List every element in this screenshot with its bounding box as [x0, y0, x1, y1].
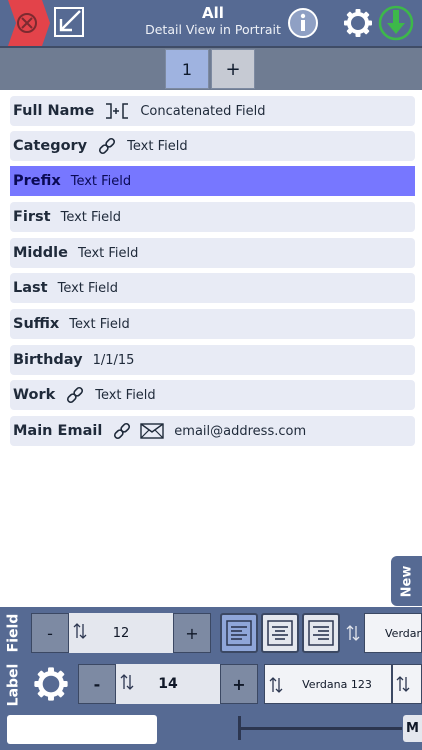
cancel-button[interactable]: [4, 0, 50, 46]
field-value: email@address.com: [174, 423, 307, 439]
settings-button[interactable]: [342, 7, 374, 39]
size-slider-handle[interactable]: [238, 716, 241, 740]
new-tab-label: New: [399, 565, 414, 597]
label-size-value[interactable]: 14: [116, 664, 220, 704]
size-slider-track[interactable]: [240, 727, 402, 730]
field-value: Text Field: [69, 316, 130, 332]
page-tabs-bar: 1 +: [0, 46, 422, 90]
field-label: Last: [13, 280, 48, 296]
link-icon: [97, 136, 117, 156]
download-button[interactable]: [378, 5, 414, 41]
concatenate-icon: [104, 101, 130, 121]
field-row-suffix[interactable]: Suffix Text Field: [10, 309, 415, 339]
label-size-stepper: - 14 +: [78, 664, 258, 704]
field-row-main-email[interactable]: Main Email email@address.com: [10, 416, 415, 446]
field-value: Text Field: [127, 138, 188, 154]
link-icon: [112, 421, 132, 441]
align-right-icon: [308, 620, 334, 646]
info-icon: [288, 8, 318, 38]
field-size-value[interactable]: 12: [69, 613, 173, 653]
field-label: Prefix: [13, 173, 61, 189]
field-label: Category: [13, 138, 88, 154]
page-subtitle: Detail View in Portrait: [145, 22, 281, 37]
field-size-text: 12: [112, 625, 130, 641]
field-row-prefix[interactable]: Prefix Text Field: [10, 166, 415, 196]
field-value: Concatenated Field: [140, 103, 266, 119]
header-bar: All Detail View in Portrait: [0, 0, 422, 46]
info-button[interactable]: [287, 7, 319, 39]
status-input[interactable]: [7, 715, 157, 744]
field-label: Suffix: [13, 316, 60, 332]
tab-page-1[interactable]: 1: [165, 49, 209, 89]
sort-arrows-icon: [120, 673, 134, 695]
align-center-button[interactable]: [261, 613, 299, 653]
align-right-button[interactable]: [302, 613, 340, 653]
m-button[interactable]: M: [403, 715, 422, 742]
align-center-icon: [267, 620, 293, 646]
gear-icon: [34, 667, 68, 701]
field-font-select[interactable]: Verdana: [364, 613, 422, 653]
field-size-decrease-button[interactable]: -: [31, 613, 69, 653]
header-titles: All Detail View in Portrait: [120, 4, 306, 38]
field-value: Text Field: [95, 387, 156, 403]
field-panel-label: Field: [0, 607, 26, 659]
field-label: Birthday: [13, 352, 83, 368]
gear-icon: [344, 9, 372, 37]
label-panel-label: Label: [0, 659, 26, 711]
label-panel-label-text: Label: [5, 663, 21, 707]
field-row-work[interactable]: Work Text Field: [10, 380, 415, 410]
field-font-sort-button[interactable]: [343, 613, 363, 653]
field-value: Text Field: [60, 209, 122, 225]
label-size-increase-button[interactable]: +: [220, 664, 258, 704]
sort-arrows-icon: [73, 622, 87, 644]
field-label: First: [13, 209, 51, 225]
field-size-increase-button[interactable]: +: [173, 613, 211, 653]
edit-layout-button[interactable]: [53, 6, 85, 38]
tabs-divider: [0, 46, 422, 48]
cancel-icon: [8, 0, 50, 46]
field-row-category[interactable]: Category Text Field: [10, 131, 415, 161]
field-value: Text Field: [77, 245, 139, 261]
field-row-full-name[interactable]: Full Name Concatenated Field: [10, 96, 415, 126]
down-arrow-icon: [378, 5, 414, 41]
field-row-last[interactable]: Last Text Field: [10, 273, 415, 303]
field-value: Text Field: [70, 173, 132, 189]
tab-add-page[interactable]: +: [211, 49, 255, 89]
field-row-first[interactable]: First Text Field: [10, 202, 415, 232]
sort-arrows-icon: [396, 676, 410, 692]
field-row-birthday[interactable]: Birthday 1/1/15: [10, 345, 415, 375]
field-label: Full Name: [13, 103, 95, 119]
field-label: Main Email: [13, 423, 103, 439]
label-font-extra-select[interactable]: [392, 664, 422, 704]
sort-arrows-icon: [269, 676, 283, 697]
label-font-select[interactable]: Verdana 123: [264, 664, 392, 704]
field-label: Middle: [13, 245, 68, 261]
align-left-button[interactable]: [220, 613, 258, 653]
field-size-stepper: - 12 +: [31, 613, 211, 653]
label-settings-button[interactable]: [32, 665, 70, 703]
field-value: 1/1/15: [92, 352, 135, 368]
link-icon: [65, 385, 85, 405]
envelope-icon: [140, 423, 164, 439]
label-size-decrease-button[interactable]: -: [78, 664, 116, 704]
align-left-icon: [226, 620, 252, 646]
field-row-middle[interactable]: Middle Text Field: [10, 238, 415, 268]
shrink-arrow-icon: [54, 7, 84, 37]
field-panel-label-text: Field: [5, 613, 21, 653]
new-field-tab[interactable]: New: [391, 556, 422, 606]
label-size-text: 14: [158, 676, 178, 692]
sort-arrows-icon: [346, 625, 360, 641]
field-label: Work: [13, 387, 56, 403]
field-value: Text Field: [57, 280, 119, 296]
page-title: All: [202, 4, 224, 22]
label-font-text: Verdana 123: [302, 677, 372, 691]
